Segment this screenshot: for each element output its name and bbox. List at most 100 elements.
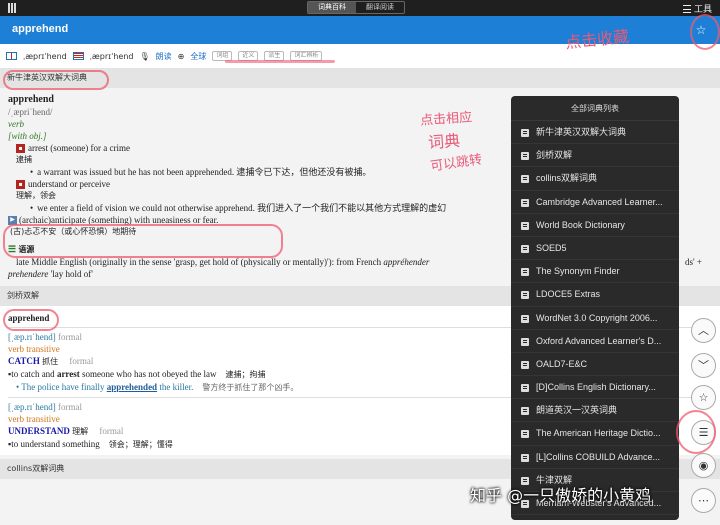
guide-understand-formal: formal — [99, 426, 124, 436]
dict-item[interactable]: LDOCE5 Extras — [511, 283, 679, 307]
example-1-text: a warrant was issued but he has not been… — [37, 167, 372, 177]
dict-item[interactable]: The American Heritage Dictio... — [511, 422, 679, 446]
dict-item-label: WordNet 3.0 Copyright 2006... — [536, 312, 658, 323]
dict-item[interactable]: [L]Collins COBUILD Advance... — [511, 446, 679, 469]
dict-item-label: collins双解词典 — [536, 173, 598, 184]
ex-a: The police have finally — [21, 382, 105, 392]
origin-title: 语源 — [18, 245, 35, 254]
def-1-b: arrest — [56, 369, 80, 379]
dictionary-list-panel: 全部词典列表 新牛津英汉双解大词典 剑桥双解 collins双解词典 Cambr… — [511, 96, 679, 520]
list-icon: ☰ — [698, 426, 709, 439]
sense-3-en: (archaic)anticipate (something) with une… — [19, 215, 219, 225]
watermark: 知乎 @一只傲娇的小黄鸡 — [470, 486, 652, 505]
pronunciation-bar: ˌæprɪˈhend ˌæprɪˈhend 🎙 朗读 ⊕ 全球 词组 近义 派生… — [0, 44, 720, 68]
scroll-up-button[interactable]: ︿ — [691, 318, 716, 343]
chevron-up-icon: ︿ — [698, 324, 709, 337]
def-2-text: to understand something — [11, 439, 100, 449]
dict-item[interactable]: 朗道英汉一汉英词典 — [511, 399, 679, 423]
uk-flag-icon[interactable] — [6, 52, 17, 60]
book-icon — [521, 244, 529, 253]
book-icon — [521, 175, 529, 184]
origin-latin: prehendere — [8, 269, 49, 279]
book-icon — [521, 129, 529, 137]
read-link[interactable]: 朗读 — [156, 51, 172, 62]
sense-marker: ▪ — [16, 180, 25, 190]
tab-translate[interactable]: 翻译阅读 — [356, 2, 404, 13]
formal-1: formal — [57, 332, 82, 342]
book-icon — [521, 430, 529, 439]
book-icon — [521, 407, 529, 416]
def-1-zh: 逮捕；拘捕 — [225, 370, 266, 379]
guide-catch-formal: formal — [69, 356, 94, 366]
dict-item[interactable]: [D]Collins English Dictionary... — [511, 376, 679, 400]
tools-button[interactable]: 工具 — [682, 2, 712, 15]
dict-item-label: Oxford Advanced Learner's D... — [536, 335, 662, 346]
tab-dictionary[interactable]: 词典百科 — [308, 2, 356, 13]
dict-item[interactable]: Oxford Advanced Learner's D... — [511, 330, 679, 353]
dict-item-label: [L]Collins COBUILD Advance... — [536, 451, 661, 462]
dict-item[interactable]: WordNet 3.0 Copyright 2006... — [511, 307, 679, 330]
def-1-c: someone who has not obeyed the law — [82, 369, 217, 379]
guide-catch-zh: 抓住 — [42, 357, 59, 366]
mic-icon[interactable]: 🎙 — [139, 52, 149, 61]
chip-derived[interactable]: 派生 — [264, 51, 285, 61]
section-oxford-header[interactable]: 新牛津英汉双解大词典 — [0, 68, 720, 88]
us-pron: ˌæprɪˈhend — [89, 51, 134, 61]
chip-phrase[interactable]: 词组 — [212, 51, 233, 61]
star-icon: ☆ — [698, 391, 709, 404]
example-2-text: we enter a field of vision we could not … — [37, 203, 447, 213]
ipa-2: [ˌæp.rɪˈhend] — [8, 402, 56, 412]
menu-icon — [682, 4, 691, 13]
dict-item-label: Cambridge Advanced Learner... — [536, 196, 663, 207]
dict-item[interactable]: collins双解词典 — [511, 167, 679, 191]
ipa-1: [ˌæp.rɪˈhend] — [8, 332, 56, 342]
favorite-star-icon[interactable]: ☆ — [693, 22, 709, 38]
guide-word-understand: UNDERSTAND — [8, 426, 70, 436]
def-2-zh: 领会；理解；懂得 — [108, 440, 173, 449]
dict-item-label: LDOCE5 Extras — [536, 289, 601, 300]
global-link[interactable]: 全球 — [190, 51, 206, 62]
book-icon — [521, 221, 529, 230]
ex-zh: 警方终于抓住了那个凶手。 — [202, 383, 299, 392]
top-bar: 词典百科 翻译阅读 工具 — [0, 0, 720, 16]
def-1-a: to catch and — [11, 369, 55, 379]
word-header: apprehend ☆ — [0, 16, 720, 44]
globe-icon[interactable]: ⊕ — [178, 52, 185, 61]
dict-item-label: The Synonym Finder — [536, 266, 620, 277]
us-flag-icon[interactable] — [72, 52, 84, 60]
book-icon — [521, 198, 529, 207]
dict-item[interactable]: The Synonym Finder — [511, 260, 679, 284]
play-icon[interactable]: ▶ — [8, 216, 17, 226]
book-icon — [521, 337, 529, 346]
scroll-down-button[interactable]: ﹀ — [691, 353, 716, 378]
dict-item[interactable]: World Book Dictionary — [511, 214, 679, 237]
origin-line-1: late Middle English (originally in the s… — [16, 257, 382, 267]
chip-synonym[interactable]: 近义 — [238, 51, 259, 61]
dictionary-list-button[interactable]: ☰ — [691, 420, 716, 445]
sense-2-en: understand or perceive — [28, 179, 110, 189]
origin-gloss: 'lay hold of' — [50, 269, 93, 279]
dict-item-label: OALD7-E&C — [536, 358, 588, 369]
ex-c: the killer. — [159, 382, 194, 392]
origin-french: appréhender — [383, 257, 430, 267]
dict-item-label: 新牛津英汉双解大词典 — [536, 127, 627, 137]
book-icon — [521, 291, 529, 300]
dict-item-label: World Book Dictionary — [536, 219, 625, 230]
formal-2: formal — [57, 402, 82, 412]
chip-discrimination[interactable]: 词汇辨析 — [290, 51, 323, 61]
dict-item[interactable]: 剑桥双解 — [511, 144, 679, 168]
origin-tail: ds' + — [685, 257, 702, 267]
ex-b: apprehended — [106, 382, 158, 392]
dict-item[interactable]: 新牛津英汉双解大词典 — [511, 121, 679, 145]
sense-marker: ▪ — [16, 144, 25, 154]
dict-item[interactable]: Cambridge Advanced Learner... — [511, 191, 679, 214]
dict-item[interactable]: OALD7-E&C — [511, 353, 679, 377]
more-button[interactable]: ⋯ — [691, 488, 716, 513]
dict-item[interactable]: SOED5 — [511, 237, 679, 261]
chevron-down-icon: ﹀ — [698, 359, 709, 372]
guide-word-catch: CATCH — [8, 356, 40, 366]
speaker-button[interactable]: ◉ — [691, 453, 716, 478]
library-icon[interactable] — [8, 3, 20, 13]
favorite-button[interactable]: ☆ — [691, 385, 716, 410]
headword-title: apprehend — [12, 23, 69, 35]
